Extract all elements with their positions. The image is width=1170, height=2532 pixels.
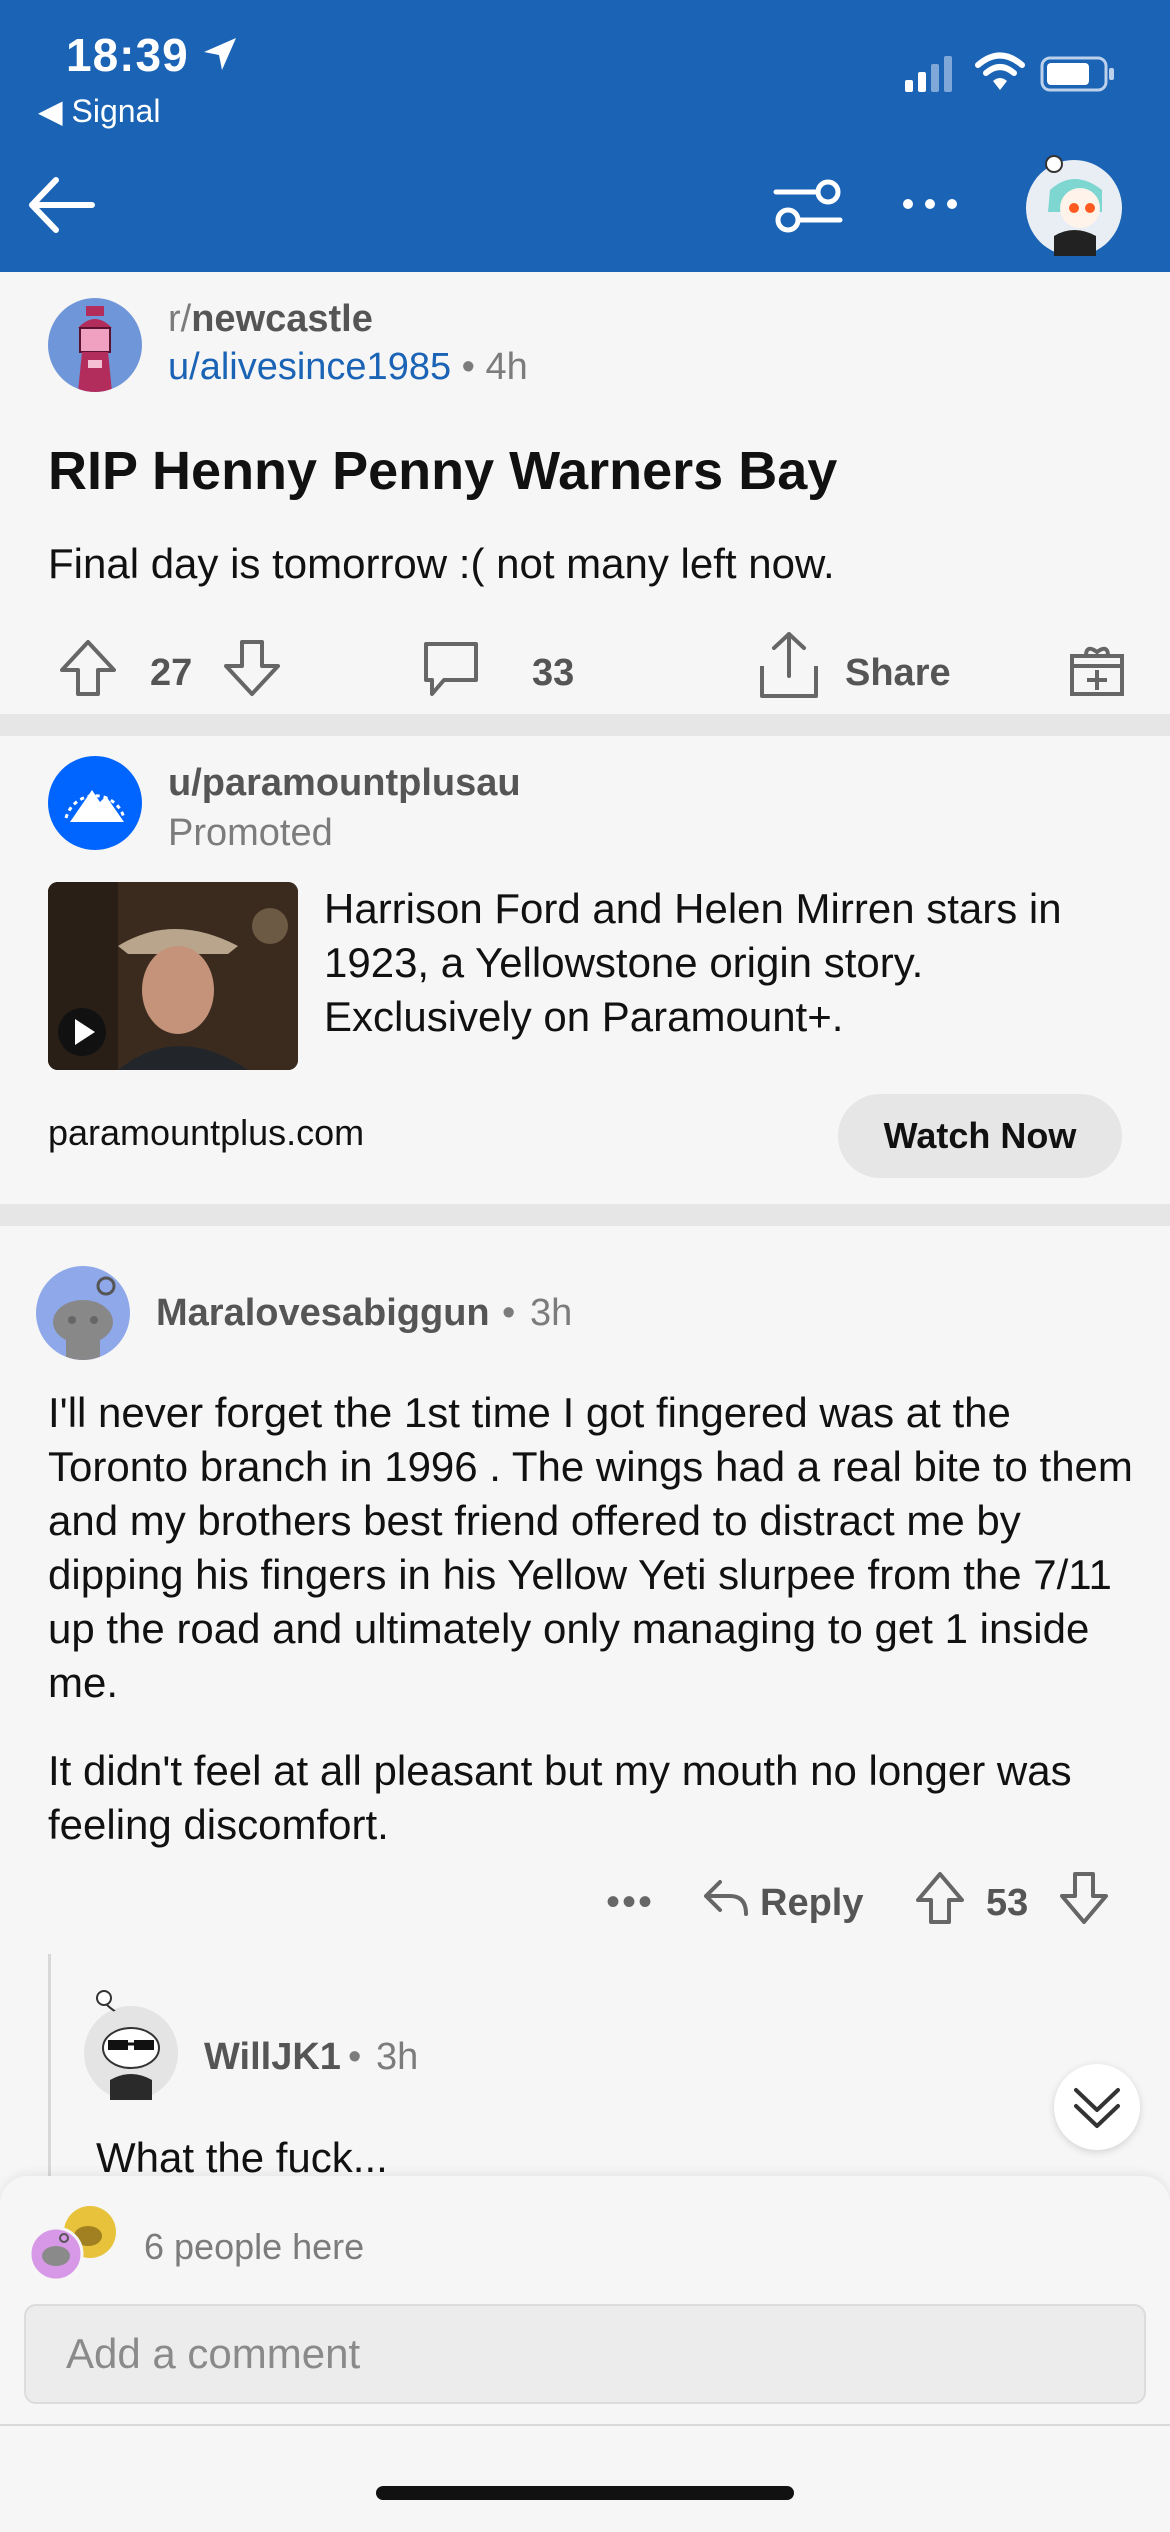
more-options-button[interactable]: [898, 184, 962, 224]
watch-now-button[interactable]: Watch Now: [838, 1094, 1122, 1178]
lighthouse-icon: [78, 306, 112, 392]
post-comment-count[interactable]: 33: [532, 652, 574, 695]
wifi-icon: [975, 52, 1025, 90]
meta-separator: •: [461, 346, 475, 388]
promo-domain[interactable]: paramountplus.com: [48, 1112, 364, 1154]
promo-video-thumbnail[interactable]: [48, 882, 298, 1070]
status-time: 18:39: [66, 29, 189, 81]
snoo-sunglasses-avatar-icon: [85, 1990, 177, 2100]
location-arrow-icon: [204, 38, 236, 70]
mountain-logo-icon: [64, 790, 126, 822]
subreddit-avatar[interactable]: [48, 298, 142, 392]
battery-icon: [1040, 56, 1114, 92]
reply-author-avatar[interactable]: [84, 1990, 178, 2100]
back-button[interactable]: [22, 170, 102, 240]
reply-button[interactable]: Reply: [760, 1882, 863, 1925]
profile-avatar-button[interactable]: [1024, 150, 1124, 258]
jump-to-next-comment-button[interactable]: [1054, 2064, 1140, 2150]
present-users-avatars: [28, 2206, 116, 2282]
advertiser-avatar[interactable]: [48, 756, 142, 850]
post-vote-count: 27: [150, 652, 193, 694]
thread-line[interactable]: [48, 1954, 51, 2204]
share-button[interactable]: Share: [845, 652, 951, 695]
post-title: RIP Henny Penny Warners Bay: [48, 441, 838, 501]
promoted-label: Promoted: [168, 812, 333, 854]
post-card[interactable]: r/newcastle u/alivesince1985 • 4h RIP He…: [0, 272, 1170, 712]
double-chevron-down-icon: [1074, 2088, 1120, 2128]
reply-icon[interactable]: [700, 1874, 750, 1922]
filter-sliders-button[interactable]: [772, 174, 844, 238]
play-icon[interactable]: [56, 1006, 108, 1058]
downvote-icon[interactable]: [222, 638, 282, 698]
comment-vote-count: 53: [986, 1882, 1029, 1924]
snoo-avatar-icon: [53, 1276, 116, 1360]
reply-author[interactable]: WillJK1: [204, 2036, 341, 2079]
back-to-app-link[interactable]: ◀ Signal: [38, 92, 160, 130]
advertiser-name[interactable]: u/paramountplusau: [168, 762, 521, 805]
promo-text: Harrison Ford and Helen Mirren stars in …: [324, 885, 1062, 1040]
comment-composer: 6 people here: [0, 2176, 1170, 2532]
people-here-count: 6 people here: [144, 2226, 365, 2267]
add-comment-input[interactable]: [24, 2304, 1146, 2404]
subreddit-name[interactable]: r/newcastle: [168, 298, 373, 341]
post-time: 4h: [485, 346, 528, 388]
comment-body-paragraph: I'll never forget the 1st time I got fin…: [48, 1389, 1133, 1706]
post-meta: u/alivesince1985 • 4h: [168, 346, 528, 389]
commenter-avatar[interactable]: [36, 1266, 130, 1360]
comment-more-button[interactable]: •••: [606, 1880, 654, 1925]
cellular-signal-icon: [905, 56, 952, 92]
post-actions: 27 33 Share: [0, 618, 1170, 718]
composer-divider: [0, 2424, 1170, 2426]
meta-separator: •: [348, 2036, 362, 2078]
post-body: Final day is tomorrow :( not many left n…: [48, 540, 835, 587]
comment-body-paragraph: It didn't feel at all pleasant but my mo…: [48, 1747, 1072, 1848]
home-indicator[interactable]: [376, 2486, 794, 2500]
post-author[interactable]: u/alivesince1985: [168, 346, 451, 388]
reply-body: What the fuck...: [96, 2134, 388, 2181]
share-icon[interactable]: [758, 630, 820, 700]
section-divider: [0, 1204, 1170, 1226]
section-divider: [0, 714, 1170, 736]
promoted-post[interactable]: u/paramountplusau Promoted Harrison Ford…: [0, 736, 1170, 1204]
subreddit-prefix: r/: [168, 298, 192, 340]
comment-icon[interactable]: [420, 638, 482, 700]
gift-icon[interactable]: [1068, 640, 1126, 698]
upvote-icon[interactable]: [914, 1870, 966, 1926]
reply-time: 3h: [376, 2036, 419, 2078]
meta-separator: •: [502, 1292, 516, 1334]
top-app-bar: 18:39 ◀ Signal: [0, 0, 1170, 272]
upvote-icon[interactable]: [58, 638, 118, 698]
comment-time: 3h: [530, 1292, 573, 1334]
comment-thread: Maralovesabiggun • 3h I'll never forget …: [0, 1226, 1170, 2204]
subreddit-label: newcastle: [191, 298, 373, 340]
comment-author[interactable]: Maralovesabiggun: [156, 1292, 490, 1335]
downvote-icon[interactable]: [1058, 1870, 1110, 1926]
